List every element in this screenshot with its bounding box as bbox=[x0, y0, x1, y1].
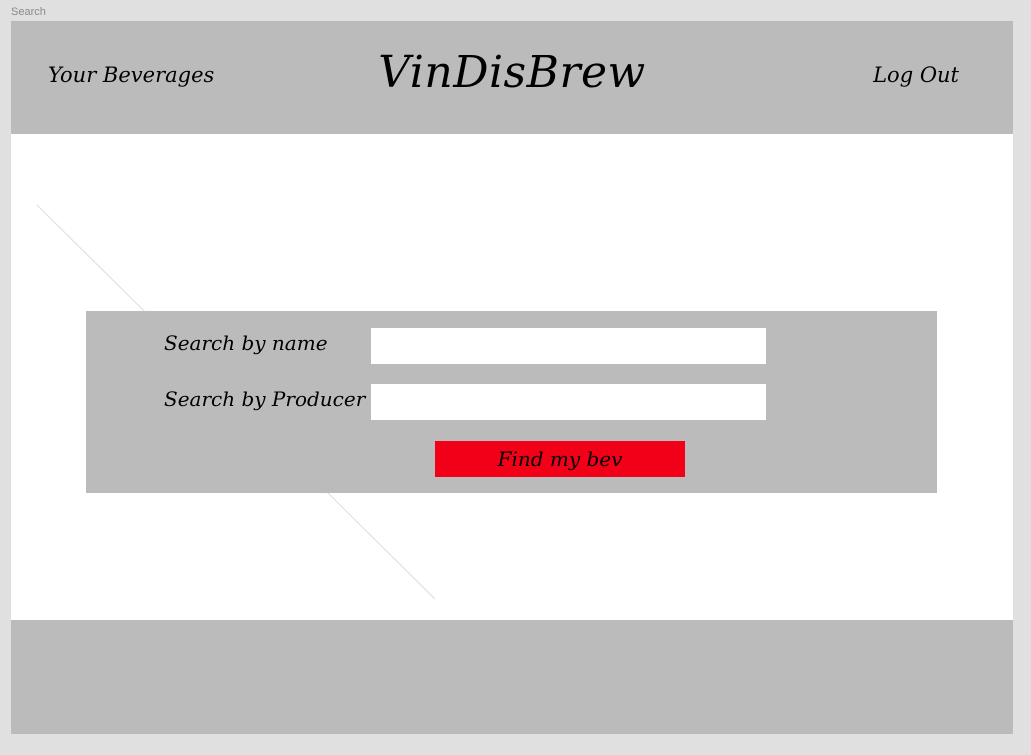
page-frame: Your Beverages VinDisBrew Log Out Search… bbox=[11, 21, 1013, 734]
footer bbox=[11, 620, 1013, 734]
search-by-producer-label: Search by Producer bbox=[164, 387, 366, 411]
search-panel: Search by name Search by Producer Find m… bbox=[86, 311, 937, 493]
log-out-link[interactable]: Log Out bbox=[873, 63, 959, 87]
frame-label: Search bbox=[11, 6, 46, 18]
header: Your Beverages VinDisBrew Log Out bbox=[11, 21, 1013, 134]
search-by-name-input[interactable] bbox=[371, 328, 766, 364]
brand-logo: VinDisBrew bbox=[378, 47, 646, 98]
search-by-producer-input[interactable] bbox=[371, 384, 766, 420]
search-by-name-label: Search by name bbox=[164, 331, 328, 355]
find-my-bev-button[interactable]: Find my bev bbox=[435, 441, 685, 477]
